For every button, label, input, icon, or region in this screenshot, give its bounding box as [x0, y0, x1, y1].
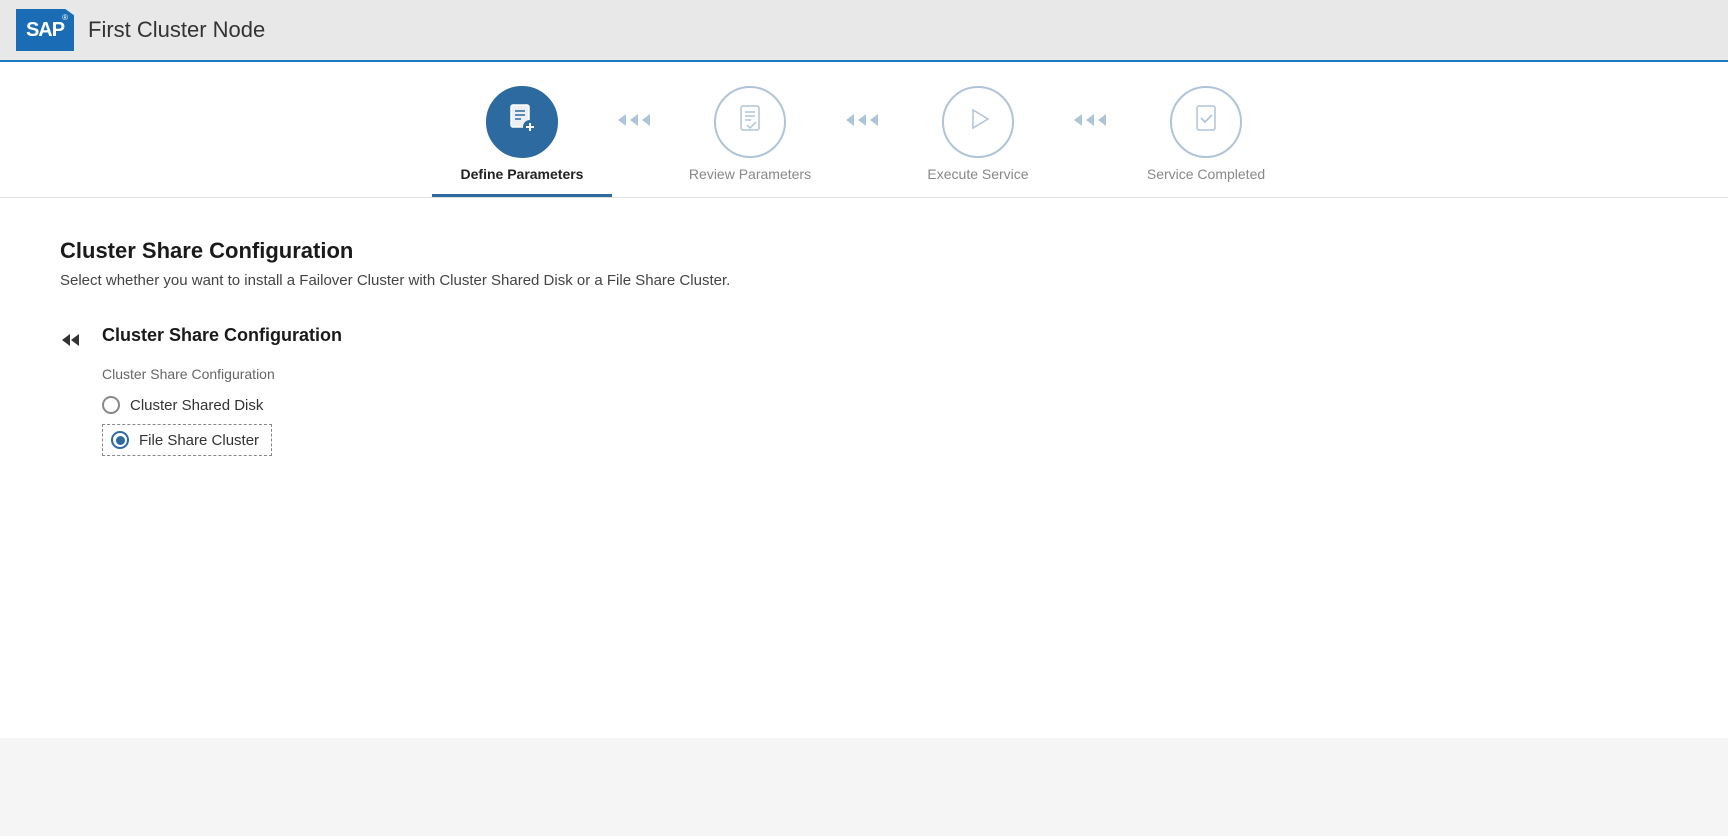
wizard-arrow-3 [1072, 108, 1112, 132]
step-label-service-completed: Service Completed [1116, 166, 1296, 197]
wizard-step-define-parameters[interactable]: Define Parameters [432, 86, 612, 197]
radio-option-cluster-shared-disk[interactable]: Cluster Shared Disk [102, 396, 1668, 414]
wizard-arrow-1 [616, 108, 656, 132]
radio-btn-file-share-cluster[interactable] [111, 431, 129, 449]
radio-group-cluster-share: Cluster Shared Disk File Share Cluster [102, 396, 1668, 456]
radio-label-file-share-cluster: File Share Cluster [139, 432, 259, 449]
step-circle-define-parameters [486, 86, 558, 158]
wizard-step-review-parameters[interactable]: Review Parameters [660, 86, 840, 197]
service-completed-icon [1188, 101, 1224, 144]
field-label: Cluster Share Configuration [102, 366, 1668, 382]
step-label-review-parameters: Review Parameters [660, 166, 840, 197]
wizard-steps: Define Parameters [432, 86, 1296, 197]
subsection-cluster-share: Cluster Share Configuration Cluster Shar… [60, 325, 1668, 456]
review-parameters-icon [732, 101, 768, 144]
wizard-arrow-2 [844, 108, 884, 132]
sap-logo-text: SAP [26, 19, 64, 42]
step-label-execute-service: Execute Service [888, 166, 1068, 197]
define-parameters-icon [504, 101, 540, 144]
subsection-body: Cluster Share Configuration Cluster Shar… [102, 325, 1668, 456]
step-circle-service-completed [1170, 86, 1242, 158]
sap-logo: SAP ® [16, 9, 74, 51]
section-title: Cluster Share Configuration [60, 238, 1668, 264]
wizard-step-execute-service[interactable]: Execute Service [888, 86, 1068, 197]
page-title: First Cluster Node [88, 17, 265, 43]
radio-option-file-share-cluster[interactable]: File Share Cluster [102, 424, 272, 456]
main-content: Cluster Share Configuration Select wheth… [0, 198, 1728, 738]
step-circle-review-parameters [714, 86, 786, 158]
step-label-define-parameters: Define Parameters [432, 166, 612, 197]
section-desc: Select whether you want to install a Fai… [60, 272, 1668, 289]
app-header: SAP ® First Cluster Node [0, 0, 1728, 62]
subsection-title: Cluster Share Configuration [102, 325, 1668, 346]
execute-service-icon [960, 101, 996, 144]
wizard-step-service-completed[interactable]: Service Completed [1116, 86, 1296, 197]
subsection-expand-arrow[interactable] [60, 329, 82, 357]
radio-btn-cluster-shared-disk[interactable] [102, 396, 120, 414]
radio-label-cluster-shared-disk: Cluster Shared Disk [130, 397, 263, 414]
step-circle-execute-service [942, 86, 1014, 158]
wizard-bar: Define Parameters [0, 62, 1728, 198]
